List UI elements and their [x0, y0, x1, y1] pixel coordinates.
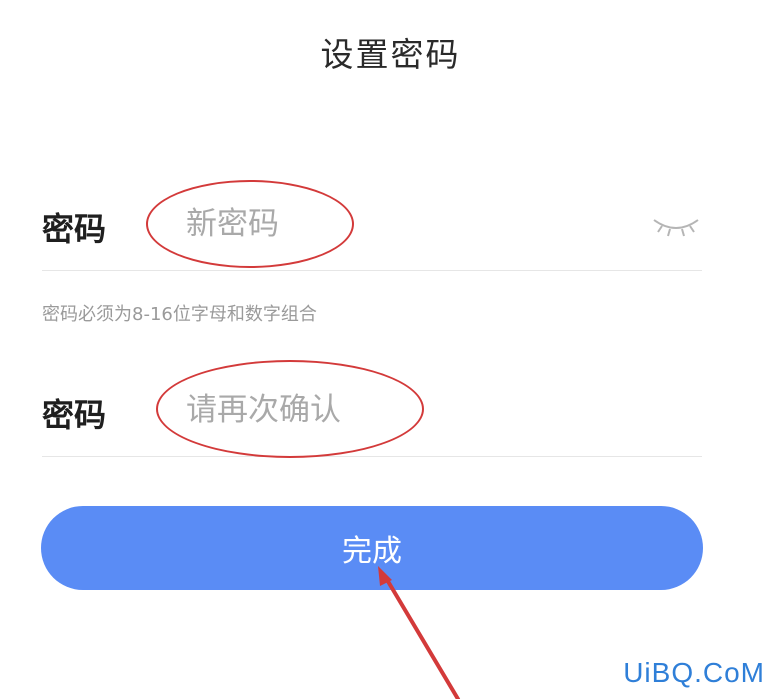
eye-closed-icon[interactable] — [650, 210, 702, 240]
annotation-arrow — [378, 566, 460, 699]
done-button[interactable]: 完成 — [41, 506, 703, 590]
password-row: 密码 — [42, 180, 702, 271]
password-hint: 密码必须为8-16位字母和数字组合 — [42, 304, 317, 325]
confirm-password-input[interactable] — [186, 386, 586, 434]
confirm-password-label: 密码 — [42, 396, 107, 434]
watermark-logo: UiBQ.CoM — [623, 657, 765, 688]
new-password-input[interactable] — [186, 200, 586, 248]
confirm-password-row: 密码 — [42, 360, 702, 458]
page-title: 设置密码 — [320, 35, 461, 74]
password-label: 密码 — [42, 210, 107, 248]
